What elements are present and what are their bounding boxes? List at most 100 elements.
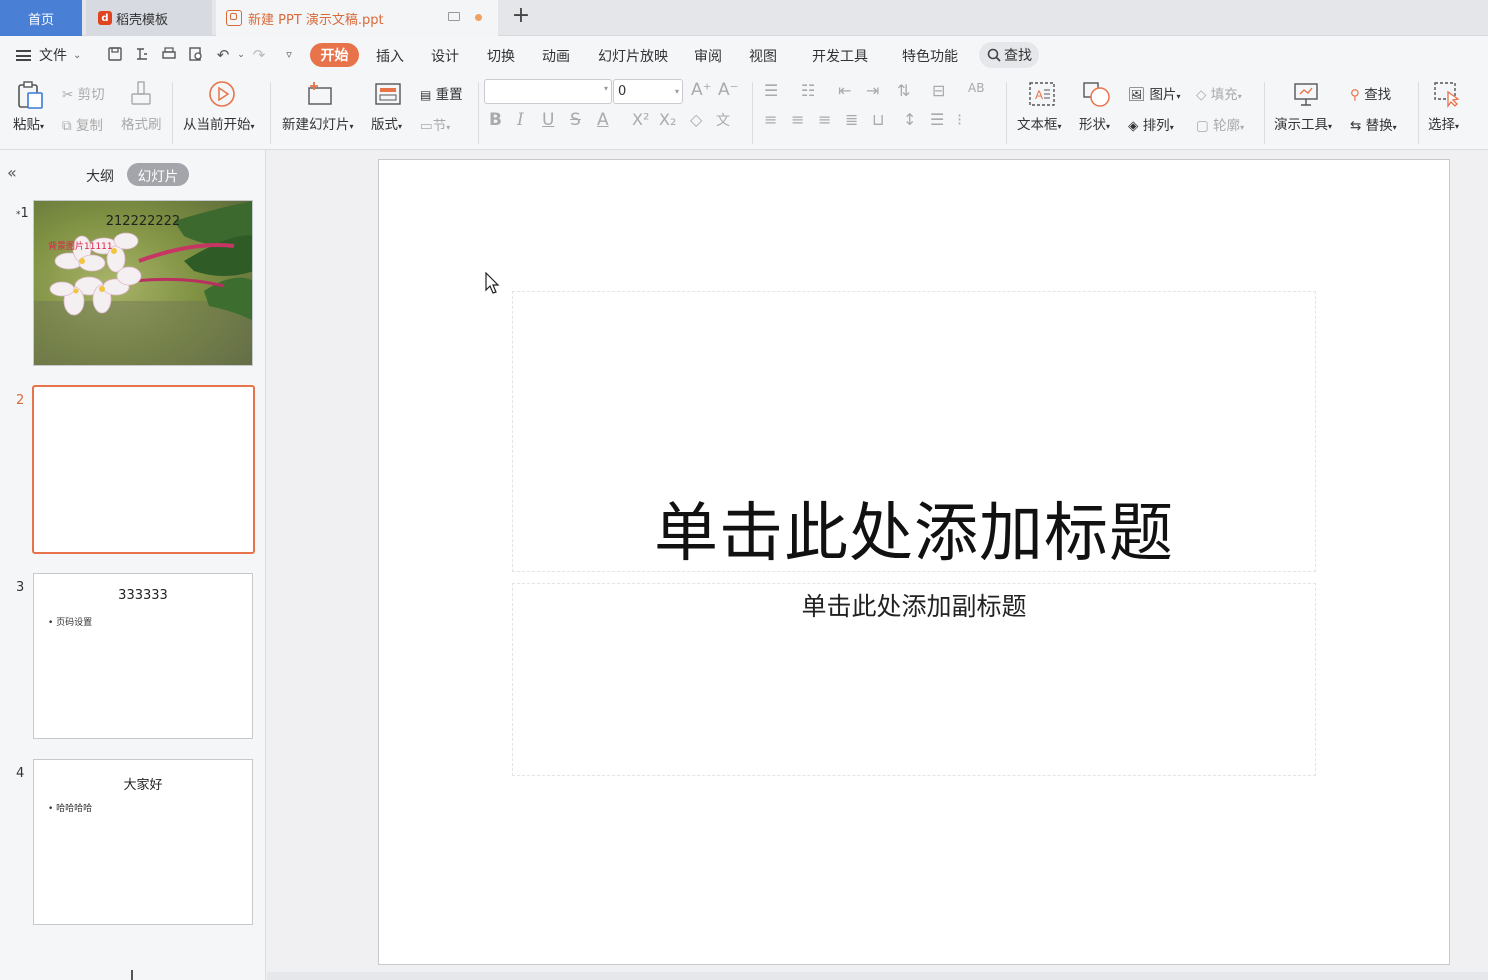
menu-start[interactable]: 开始 (310, 43, 359, 67)
menu-design[interactable]: 设计 (431, 46, 459, 66)
collapse-panel-icon[interactable]: « (7, 163, 17, 182)
slide-thumbnail-4[interactable]: 大家好 • 哈哈哈哈 (33, 759, 253, 925)
format-painter-icon[interactable] (130, 80, 152, 112)
select-icon[interactable] (1433, 80, 1461, 112)
menu-developer[interactable]: 开发工具 (812, 46, 868, 66)
slide-thumbnail-1[interactable]: 212222222 背景图片11111 (33, 200, 253, 366)
search-icon (987, 48, 1001, 62)
new-slide-button[interactable]: 新建幻灯片▾ (282, 113, 354, 133)
reset-button[interactable]: ▤ 重置 (420, 83, 463, 103)
bold-icon[interactable]: B (489, 110, 502, 130)
title-placeholder-text[interactable]: 单击此处添加标题 (512, 482, 1316, 574)
menu-transition[interactable]: 切换 (487, 46, 515, 66)
subtitle-placeholder-text[interactable]: 单击此处添加副标题 (512, 587, 1316, 623)
from-current-button[interactable]: 从当前开始▾ (183, 113, 255, 133)
strikethrough-icon[interactable]: S (570, 110, 581, 130)
outline-button[interactable]: ▢ 轮廓▾ (1196, 114, 1244, 134)
find-button[interactable]: ⚲ 查找 (1350, 83, 1391, 103)
reset-icon: ▤ (420, 88, 432, 102)
grow-font-icon[interactable]: A⁺ (691, 80, 712, 100)
tab-home[interactable]: 首页 (0, 0, 82, 36)
align-text-icon[interactable]: ⊟ (932, 81, 945, 100)
ribbon-toolbar: 粘贴▾ ✂ 剪切 ⧉ 复制 格式刷 从当前开始▾ 新建幻灯片▾ 版式▾ ▤ 重置… (0, 74, 1488, 150)
layout-icon[interactable] (375, 82, 401, 110)
menu-slideshow[interactable]: 幻灯片放映 (598, 46, 668, 66)
undo-dropdown-icon[interactable]: ⌄ (232, 46, 250, 64)
align-right-icon[interactable]: ≡ (818, 110, 831, 129)
copy-button[interactable]: ⧉ 复制 (62, 114, 103, 134)
font-size-select[interactable]: 0 ▾ (613, 79, 683, 104)
tab-slides[interactable]: 幻灯片 (127, 163, 189, 186)
ppt-file-icon (226, 10, 242, 26)
format-painter-button[interactable]: 格式刷 (121, 113, 162, 133)
decrease-indent-icon[interactable]: ⇤ (838, 81, 851, 100)
font-color-icon[interactable]: A (597, 110, 609, 130)
align-center-icon[interactable]: ≡ (791, 110, 804, 129)
menu-features[interactable]: 特色功能 (902, 46, 958, 66)
clear-format-icon[interactable]: ◇ (690, 110, 702, 129)
underline-icon[interactable]: U (542, 110, 554, 130)
shape-button[interactable]: 形状▾ (1079, 113, 1110, 133)
bullet-list-icon[interactable]: ☰ (764, 81, 778, 100)
new-tab-plus-icon[interactable]: + (510, 5, 532, 28)
paragraph-spacing-icon[interactable]: ☰ (930, 110, 944, 129)
text-box-button[interactable]: 文本框▾ (1017, 113, 1062, 133)
menu-insert[interactable]: 插入 (376, 46, 404, 66)
text-direction-icon[interactable]: ⇅ (897, 81, 910, 100)
divider (478, 82, 479, 144)
convert-smartart-icon[interactable]: AB (968, 81, 984, 95)
subscript-icon[interactable]: X₂ (659, 110, 676, 129)
cut-button[interactable]: ✂ 剪切 (62, 83, 105, 103)
slide-4-bullet: • 哈哈哈哈 (48, 804, 93, 814)
line-spacing-icon[interactable]: ↕ (903, 110, 916, 129)
undo-icon[interactable]: ↶ (214, 46, 232, 64)
save-icon[interactable] (106, 46, 124, 64)
justify-icon[interactable]: ≣ (845, 110, 858, 129)
monitor-icon[interactable] (448, 12, 460, 21)
slide-3-bullet: • 页码设置 (48, 618, 93, 628)
select-button[interactable]: 选择▾ (1428, 113, 1459, 133)
align-left-icon[interactable]: ≡ (764, 110, 777, 129)
fill-button[interactable]: ◇ 填充▾ (1196, 83, 1242, 103)
tab-document[interactable]: 新建 PPT 演示文稿.ppt (216, 0, 498, 36)
menu-animation[interactable]: 动画 (542, 46, 570, 66)
play-icon[interactable] (208, 80, 236, 112)
layout-button[interactable]: 版式▾ (371, 113, 402, 133)
print-icon[interactable] (160, 46, 178, 64)
file-menu-label: 文件 (39, 48, 67, 64)
presentation-tools-icon[interactable] (1292, 80, 1320, 112)
paste-icon[interactable] (16, 80, 46, 114)
presentation-tools-button[interactable]: 演示工具▾ (1274, 113, 1332, 133)
shrink-font-icon[interactable]: A⁻ (718, 80, 739, 100)
slide-thumbnail-3[interactable]: 333333 • 页码设置 (33, 573, 253, 739)
distribute-icon[interactable]: ⊔ (872, 110, 884, 129)
italic-icon[interactable]: I (517, 110, 524, 130)
redo-icon[interactable]: ↷ (250, 46, 268, 64)
print-preview-icon[interactable] (187, 46, 205, 64)
menu-search[interactable]: 查找 (979, 42, 1039, 68)
arrange-button[interactable]: ◈ 排列▾ (1128, 114, 1174, 134)
add-slide-plus-icon[interactable] (131, 970, 133, 980)
phonetic-guide-icon[interactable]: 文 (716, 110, 730, 130)
font-family-select[interactable]: ▾ (484, 79, 612, 104)
slide-number: 4 (16, 766, 25, 781)
customize-toolbar-icon[interactable]: ▿ (280, 46, 298, 64)
menu-view[interactable]: 视图 (749, 46, 777, 66)
increase-indent-icon[interactable]: ⇥ (866, 81, 879, 100)
columns-icon[interactable]: ⁝ (957, 110, 962, 129)
slide-thumbnail-2[interactable] (32, 385, 255, 554)
replace-button[interactable]: ⇆ 替换▾ (1350, 114, 1397, 134)
section-button[interactable]: ▭节▾ (420, 114, 450, 134)
tab-daoke-template[interactable]: d 稻壳模板 (86, 0, 212, 36)
shape-icon[interactable] (1082, 80, 1112, 112)
picture-button[interactable]: 🖼 图片▾ (1128, 83, 1180, 103)
text-box-icon[interactable]: A (1028, 80, 1056, 112)
tab-outline[interactable]: 大纲 (86, 166, 114, 186)
menu-review[interactable]: 审阅 (694, 46, 722, 66)
superscript-icon[interactable]: X² (632, 110, 649, 129)
paste-button[interactable]: 粘贴▾ (13, 113, 44, 133)
file-menu[interactable]: 文件 ⌄ (16, 45, 81, 65)
new-slide-icon[interactable] (306, 80, 334, 112)
numbered-list-icon[interactable]: ☷ (801, 81, 815, 100)
export-icon[interactable] (133, 46, 151, 64)
